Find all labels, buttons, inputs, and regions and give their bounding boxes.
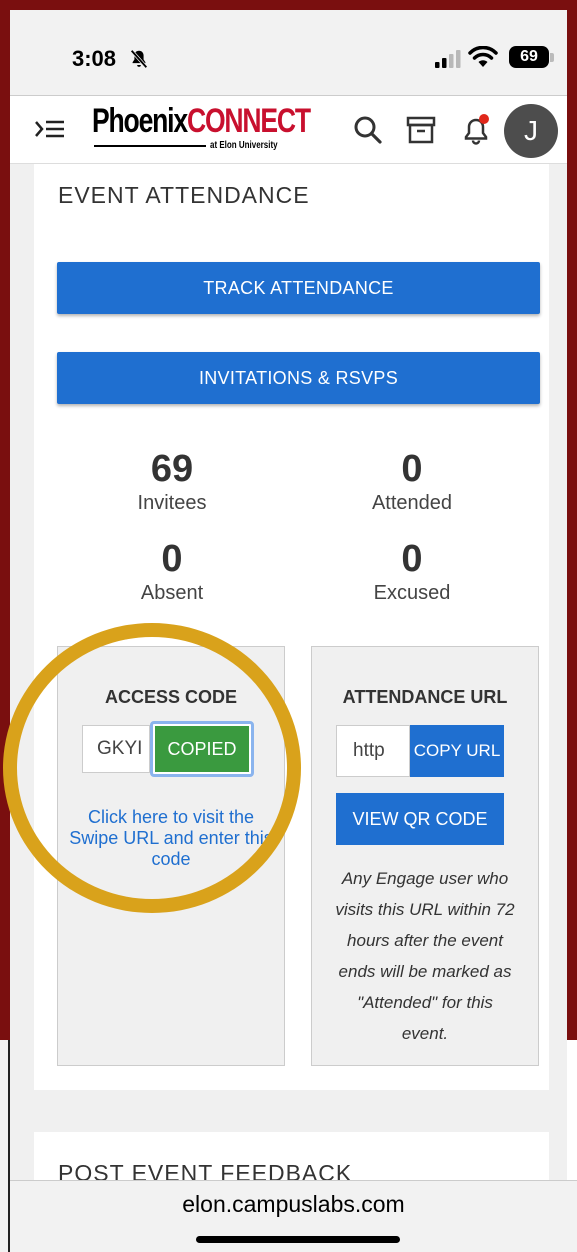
logo-subtitle: at Elon University [210,140,278,151]
stat-absent: 0 Absent [72,538,272,606]
section-title: EVENT ATTENDANCE [58,182,310,208]
event-attendance-card: EVENT ATTENDANCE TRACK ATTENDANCE INVITA… [34,164,549,1090]
signal-icon [435,50,461,68]
frame-left-lower [0,1040,10,1252]
browser-url[interactable]: elon.campuslabs.com [10,1191,577,1218]
stat-value: 0 [401,538,423,580]
track-attendance-button[interactable]: TRACK ATTENDANCE [57,262,540,314]
stat-label: Excused [373,582,451,604]
wifi-icon [468,46,498,67]
attendance-url-panel: ATTENDANCE URL http COPY URL VIEW QR COD… [311,646,539,1066]
stat-label: Absent [140,582,204,604]
frame-left [0,0,10,1040]
search-icon[interactable] [352,114,384,146]
bell-muted-icon [130,49,148,69]
status-time: 3:08 [72,46,117,71]
home-indicator [196,1236,400,1243]
stat-invitees: 69 Invitees [72,448,272,516]
user-avatar[interactable]: J [504,104,558,158]
status-bar: 3:08 69 [10,10,567,96]
logo-wordmark: PhoenixCONNECT [92,102,311,140]
attendance-url-field[interactable]: http [336,725,410,777]
phoenixconnect-logo[interactable]: PhoenixCONNECT at Elon University [92,102,311,158]
attendance-url-note: Any Engage user who visits this URL with… [335,869,515,1043]
menu-toggle-icon[interactable] [34,118,64,140]
top-navbar: PhoenixCONNECT at Elon University J [10,96,567,164]
invitations-rsvps-button[interactable]: INVITATIONS & RSVPS [57,352,540,404]
notifications-bell-icon[interactable] [458,112,494,148]
attendance-url-title: ATTENDANCE URL [342,687,508,707]
battery-indicator: 69 [509,46,549,68]
battery-cap [550,53,554,62]
post-event-title: POST EVENT FEEDBACK [58,1160,353,1180]
frame-right [567,0,577,1040]
copy-url-button[interactable]: COPY URL [410,725,504,777]
post-event-feedback-card: POST EVENT FEEDBACK [34,1132,549,1180]
stat-label: Invitees [137,492,207,514]
logo-underline [94,145,206,147]
stat-value: 0 [161,538,183,580]
stat-attended: 0 Attended [312,448,512,516]
stat-excused: 0 Excused [312,538,512,606]
highlight-annotation-circle [3,623,301,913]
stat-label: Attended [371,492,453,514]
browser-url-bar[interactable]: elon.campuslabs.com [10,1180,577,1252]
frame-top [0,0,577,10]
stat-value: 0 [401,448,423,490]
stat-value: 69 [150,448,194,490]
archive-icon[interactable] [405,114,437,146]
view-qr-code-button[interactable]: VIEW QR CODE [336,793,504,845]
